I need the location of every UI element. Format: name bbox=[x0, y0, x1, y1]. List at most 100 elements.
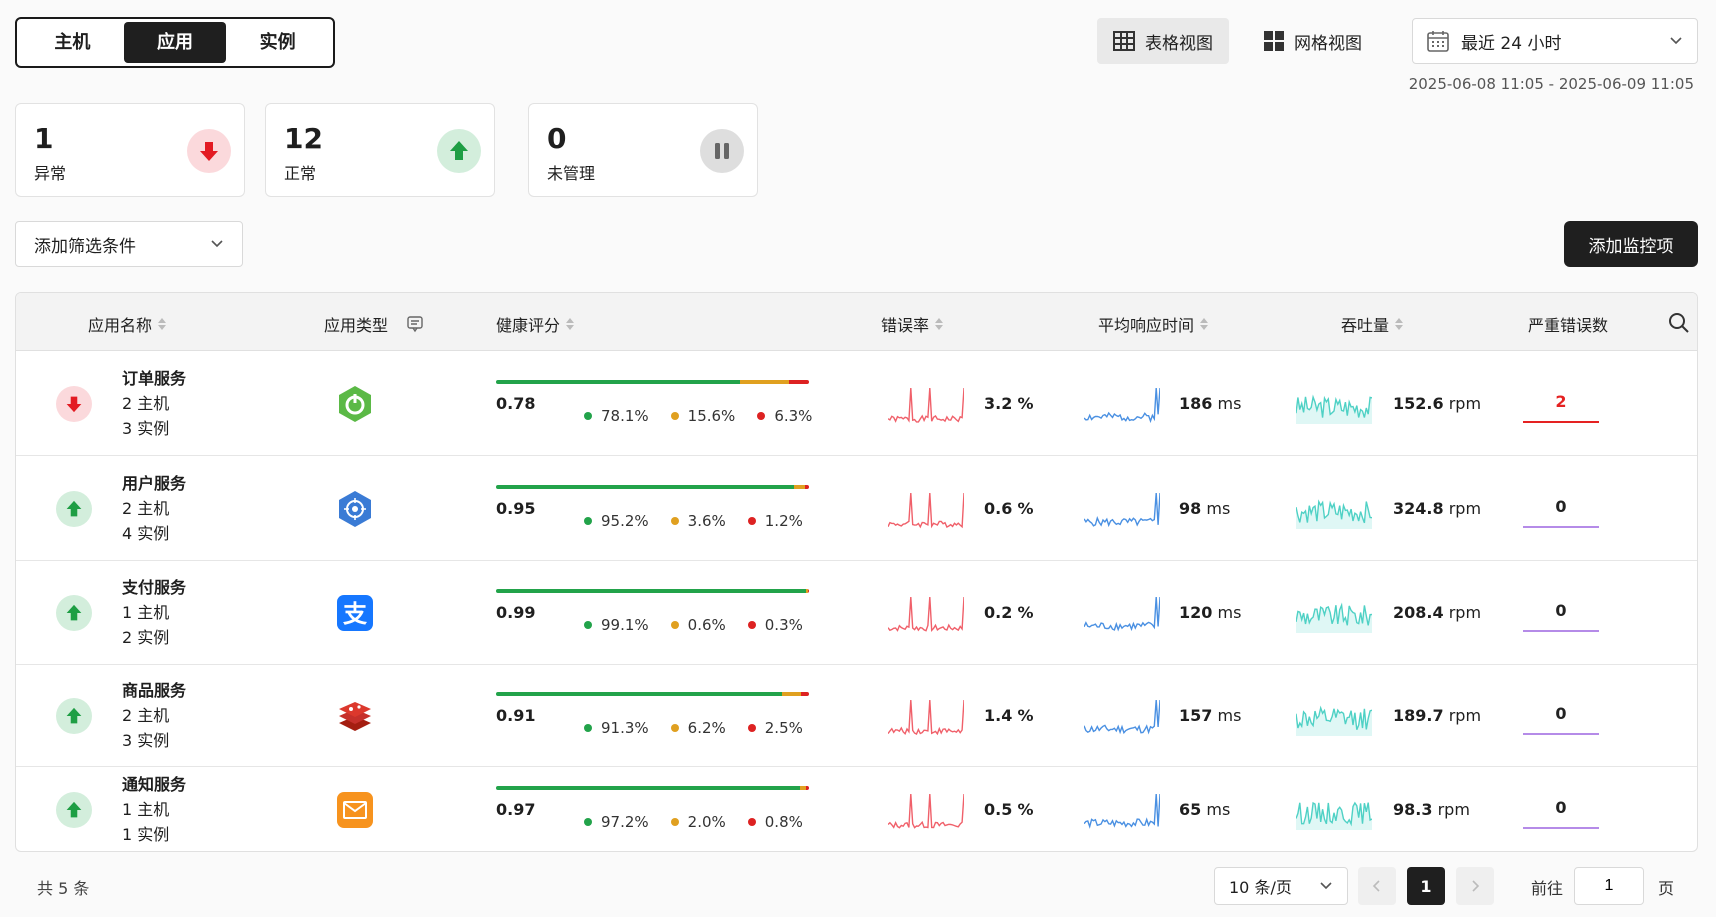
health-score-bar bbox=[496, 589, 809, 593]
health-legend: 97.2% 2.0% 0.8% bbox=[584, 813, 803, 831]
health-green-segment bbox=[496, 786, 801, 790]
legend-red: 0.8% bbox=[747, 813, 803, 831]
instance-count: 3 实例 bbox=[122, 418, 170, 438]
critical-error-count[interactable]: 0 bbox=[1523, 704, 1599, 723]
health-red-segment bbox=[805, 484, 809, 489]
grid-view-button[interactable]: 网格视图 bbox=[1248, 18, 1378, 64]
critical-error-count[interactable]: 0 bbox=[1523, 601, 1599, 620]
error-rate-sparkline bbox=[888, 387, 964, 423]
table-row[interactable]: 用户服务 2 主机 4 实例 0.95 95.2% 3.6% 1.2% 0.6 … bbox=[16, 456, 1697, 561]
app-name-cell: 用户服务 2 主机 4 实例 bbox=[122, 471, 186, 546]
critical-error-count[interactable]: 0 bbox=[1523, 497, 1599, 516]
col-error-rate-label: 错误率 bbox=[881, 316, 930, 335]
response-time-sparkline bbox=[1084, 596, 1160, 632]
response-time-value: 65 ms bbox=[1179, 800, 1231, 819]
col-response-time-label: 平均响应时间 bbox=[1098, 316, 1195, 335]
table-view-label: 表格视图 bbox=[1145, 33, 1213, 54]
app-name[interactable]: 通知服务 bbox=[122, 775, 186, 794]
filter-icon[interactable] bbox=[406, 315, 424, 333]
goto-label: 前往 bbox=[1531, 879, 1564, 898]
add-monitor-button[interactable]: 添加监控项 bbox=[1564, 221, 1698, 267]
col-throughput[interactable]: 吞吐量 bbox=[1341, 312, 1404, 336]
time-range-select[interactable]: 最近 24 小时 bbox=[1412, 18, 1698, 64]
health-score-bar bbox=[496, 786, 809, 790]
arrow-up-icon bbox=[56, 595, 92, 631]
page-1-button[interactable]: 1 bbox=[1407, 867, 1445, 905]
tab-application[interactable]: 应用 bbox=[123, 22, 227, 63]
col-app-name[interactable]: 应用名称 bbox=[88, 312, 167, 336]
table-row[interactable]: 通知服务 1 主机 1 实例 0.97 97.2% 2.0% 0.8% 0.5 … bbox=[16, 767, 1697, 851]
table-row[interactable]: 商品服务 2 主机 3 实例 0.91 91.3% 6.2% 2.5% 1.4 … bbox=[16, 665, 1697, 767]
app-name[interactable]: 用户服务 bbox=[122, 474, 186, 493]
chevron-down-icon bbox=[1670, 37, 1682, 45]
legend-green: 99.1% bbox=[584, 616, 649, 634]
tab-instance[interactable]: 实例 bbox=[226, 22, 329, 63]
throughput-value: 98.3 rpm bbox=[1393, 800, 1470, 819]
critical-error-count[interactable]: 0 bbox=[1523, 798, 1599, 817]
col-critical-errors[interactable]: 严重错误数 bbox=[1528, 312, 1608, 336]
grid-view-label: 网格视图 bbox=[1294, 33, 1362, 54]
instance-count: 4 实例 bbox=[122, 523, 170, 543]
tab-host[interactable]: 主机 bbox=[21, 22, 124, 63]
sort-icon bbox=[935, 318, 944, 330]
legend-green: 78.1% bbox=[584, 407, 649, 425]
grid-icon bbox=[1264, 31, 1284, 51]
arrow-down-icon bbox=[187, 129, 231, 173]
arrow-up-icon bbox=[56, 698, 92, 734]
table-view-button[interactable]: 表格视图 bbox=[1097, 18, 1229, 64]
unmanaged-count: 0 bbox=[547, 122, 567, 155]
legend-red: 2.5% bbox=[747, 719, 803, 737]
response-time-sparkline bbox=[1084, 492, 1160, 527]
response-time-sparkline bbox=[1084, 387, 1160, 423]
health-green-segment bbox=[496, 379, 741, 384]
table-row[interactable]: 支付服务 1 主机 2 实例 支 0.99 99.1% 0.6% 0.3% 0.… bbox=[16, 561, 1697, 665]
app-name[interactable]: 商品服务 bbox=[122, 681, 186, 700]
arrow-up-icon bbox=[56, 490, 92, 527]
col-response-time[interactable]: 平均响应时间 bbox=[1098, 312, 1209, 336]
add-filter-select[interactable]: 添加筛选条件 bbox=[15, 221, 243, 267]
throughput-sparkline bbox=[1296, 801, 1372, 830]
health-legend: 95.2% 3.6% 1.2% bbox=[584, 512, 803, 530]
search-icon[interactable] bbox=[1668, 312, 1690, 334]
chevron-left-icon bbox=[1372, 880, 1380, 892]
goto-page-input[interactable] bbox=[1574, 867, 1644, 905]
critical-error-underline bbox=[1523, 630, 1599, 632]
pause-icon bbox=[700, 129, 744, 173]
col-health-score[interactable]: 健康评分 bbox=[496, 312, 575, 336]
app-name[interactable]: 订单服务 bbox=[122, 369, 186, 388]
host-count: 2 主机 bbox=[122, 498, 170, 518]
instance-count: 3 实例 bbox=[122, 731, 170, 750]
health-orange-segment bbox=[793, 484, 806, 489]
col-error-rate[interactable]: 错误率 bbox=[881, 312, 944, 336]
health-score: 0.78 bbox=[496, 393, 536, 413]
col-health-score-label: 健康评分 bbox=[496, 316, 561, 335]
error-rate-value: 0.2 % bbox=[984, 603, 1034, 622]
host-count: 1 主机 bbox=[122, 800, 170, 819]
table-row[interactable]: 订单服务 2 主机 3 实例 0.78 78.1% 15.6% 6.3% 3.2… bbox=[16, 351, 1697, 456]
critical-error-underline bbox=[1523, 733, 1599, 735]
col-app-type[interactable]: 应用类型 bbox=[324, 312, 424, 336]
critical-error-underline bbox=[1523, 420, 1599, 423]
legend-orange: 0.6% bbox=[670, 616, 726, 634]
summary-card-normal[interactable]: 12 正常 bbox=[265, 103, 495, 197]
table-header: 应用名称 应用类型 健康评分 错误率 平均响应时间 吞吐量 严重错误数 bbox=[16, 293, 1697, 351]
health-legend: 99.1% 0.6% 0.3% bbox=[584, 616, 803, 634]
page-size-select[interactable]: 10 条/页 bbox=[1214, 867, 1348, 905]
critical-error-underline bbox=[1523, 525, 1599, 528]
chevron-down-icon bbox=[1320, 882, 1332, 890]
health-score: 0.91 bbox=[496, 706, 536, 725]
summary-card-abnormal[interactable]: 1 异常 bbox=[15, 103, 245, 197]
legend-green: 91.3% bbox=[584, 719, 649, 737]
throughput-sparkline bbox=[1296, 498, 1372, 529]
app-name-cell: 订单服务 2 主机 3 实例 bbox=[122, 366, 186, 441]
legend-orange: 15.6% bbox=[670, 407, 735, 425]
summary-card-unmanaged[interactable]: 0 未管理 bbox=[528, 103, 758, 197]
app-name[interactable]: 支付服务 bbox=[122, 578, 186, 597]
prev-page-button[interactable] bbox=[1358, 867, 1396, 905]
critical-error-count[interactable]: 2 bbox=[1523, 392, 1599, 411]
error-rate-value: 0.6 % bbox=[984, 498, 1034, 518]
arrow-up-icon bbox=[437, 129, 481, 173]
response-time-sparkline bbox=[1084, 793, 1160, 829]
error-rate-sparkline bbox=[888, 793, 964, 829]
next-page-button[interactable] bbox=[1456, 867, 1494, 905]
